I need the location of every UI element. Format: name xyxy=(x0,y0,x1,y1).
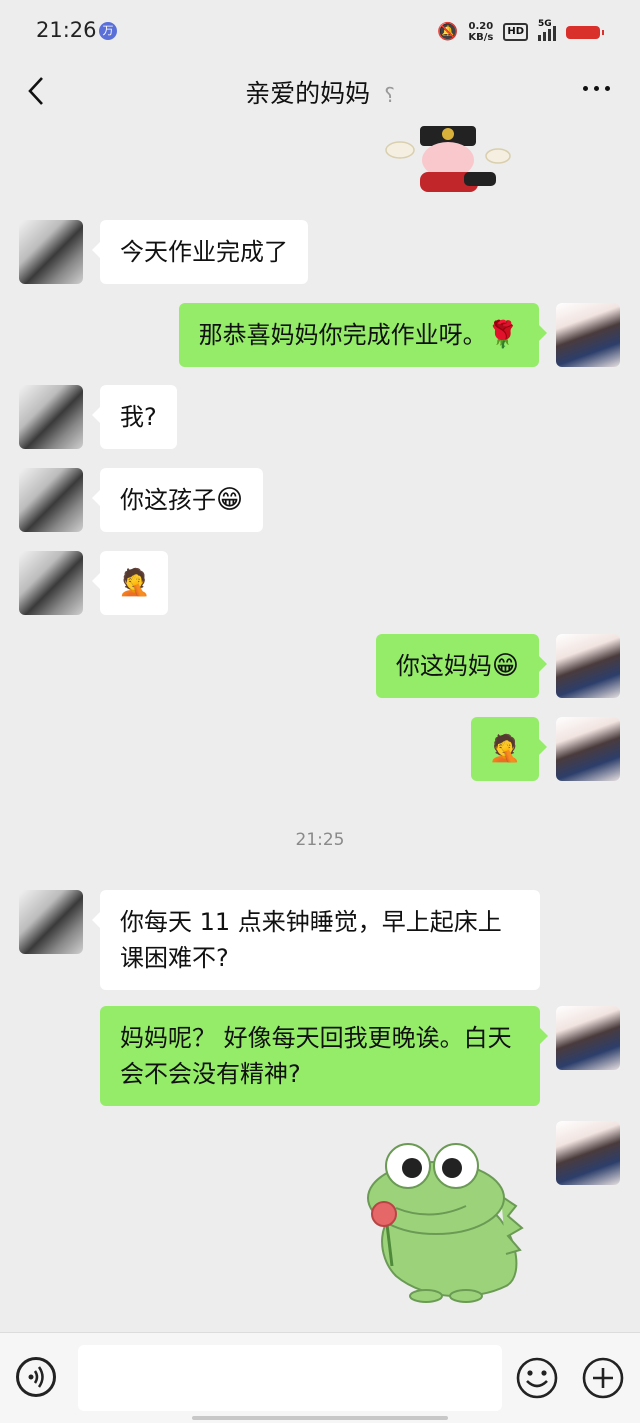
input-bar xyxy=(0,1332,640,1423)
user-avatar[interactable] xyxy=(556,634,620,698)
app-notification-icon: 万 xyxy=(99,22,117,40)
message-text: 那恭喜妈妈你完成作业呀。 xyxy=(198,321,487,349)
message-bubble-sent[interactable]: 你这妈妈😁 xyxy=(375,634,548,698)
add-icon[interactable] xyxy=(582,1357,624,1399)
chat-timestamp: 21:25 xyxy=(295,830,345,850)
home-indicator[interactable] xyxy=(192,1416,448,1420)
signal-icon: 5G xyxy=(538,19,556,41)
status-bar: 21:26 万 🔕 0.20 KB/s HD 5G xyxy=(0,0,640,60)
rose-emoji-icon: 🌹 xyxy=(486,320,519,350)
title-bar: 亲爱的妈妈 ⸮ xyxy=(0,60,640,126)
facepalm-emoji-icon: 🤦 xyxy=(488,734,521,764)
message-bubble-received[interactable]: 今天作业完成了 xyxy=(92,220,308,284)
message-bubble-received[interactable]: 🤦 xyxy=(91,551,169,615)
chat-title-text: 亲爱的妈妈 xyxy=(245,79,371,108)
mute-bell-icon: 🔕 xyxy=(437,22,459,42)
user-avatar[interactable] xyxy=(556,717,620,781)
message-bubble-received[interactable]: 你每天 11 点来钟睡觉，早上起床上课困难不? xyxy=(92,890,540,990)
contact-avatar[interactable] xyxy=(19,385,83,449)
voice-waves-icon xyxy=(28,1366,44,1388)
network-speed-unit: KB/s xyxy=(468,32,494,43)
message-input[interactable] xyxy=(78,1345,502,1411)
user-avatar[interactable] xyxy=(556,1121,620,1185)
network-speed-value: 0.20 xyxy=(468,21,494,32)
message-text: 我? xyxy=(120,403,157,431)
grin-emoji-icon: 😁 xyxy=(491,651,519,681)
user-avatar[interactable] xyxy=(556,1006,620,1070)
facepalm-emoji-icon: 🤦 xyxy=(118,568,151,598)
user-avatar[interactable] xyxy=(556,303,620,367)
contact-avatar[interactable] xyxy=(19,220,83,284)
more-options-icon[interactable] xyxy=(583,86,610,91)
message-bubble-received[interactable]: 你这孩子😁 xyxy=(91,468,264,532)
status-time: 21:26 xyxy=(36,18,97,42)
frog-sticker-image[interactable] xyxy=(356,1136,526,1306)
message-text: 今天作业完成了 xyxy=(120,238,288,266)
status-indicators: 🔕 0.20 KB/s HD 5G xyxy=(437,19,604,44)
earpiece-mode-icon: ⸮ xyxy=(384,83,395,107)
contact-avatar[interactable] xyxy=(19,890,83,954)
hd-icon: HD xyxy=(503,23,528,41)
contact-avatar[interactable] xyxy=(19,468,83,532)
voice-input-icon[interactable] xyxy=(16,1357,56,1397)
chat-title: 亲爱的妈妈 ⸮ xyxy=(0,74,640,110)
message-bubble-sent[interactable]: 妈妈呢？ 好像每天回我更晚诶。白天会不会没有精神? xyxy=(100,1006,548,1106)
battery-icon xyxy=(566,25,604,39)
message-text: 你这妈妈 xyxy=(395,652,492,680)
emoji-icon[interactable] xyxy=(516,1357,558,1399)
message-text: 你这孩子 xyxy=(120,486,216,514)
message-text: 妈妈呢？ 好像每天回我更晚诶。白天会不会没有精神? xyxy=(120,1024,512,1088)
network-type: 5G xyxy=(538,19,552,29)
network-speed: 0.20 KB/s xyxy=(468,21,493,43)
chat-area[interactable]: 今天作业完成了 那恭喜妈妈你完成作业呀。🌹 我? 你这孩子😁 🤦 你这妈妈😁 🤦… xyxy=(0,126,640,1332)
message-bubble-received[interactable]: 我? xyxy=(92,385,177,449)
grin-emoji-icon: 😁 xyxy=(216,485,244,515)
sticker-character-image[interactable] xyxy=(370,126,520,200)
contact-avatar[interactable] xyxy=(19,551,83,615)
message-bubble-sent[interactable]: 🤦 xyxy=(470,717,548,781)
message-bubble-sent[interactable]: 那恭喜妈妈你完成作业呀。🌹 xyxy=(178,303,548,367)
message-text: 你每天 11 点来钟睡觉，早上起床上课困难不? xyxy=(120,908,502,972)
